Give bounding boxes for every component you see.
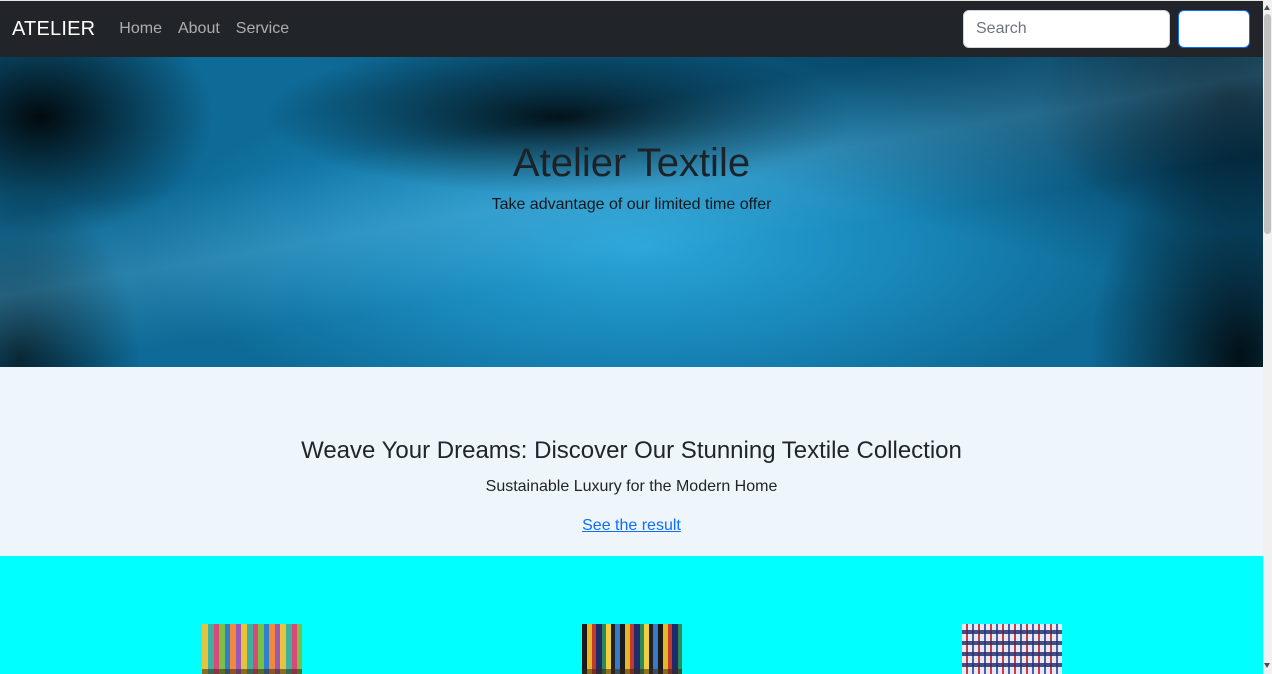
intro-section: Weave Your Dreams: Discover Our Stunning… xyxy=(0,367,1263,556)
colorful-fabric-rolls-image[interactable] xyxy=(202,624,302,674)
scroll-up-arrow-icon[interactable] xyxy=(1264,5,1270,10)
hero-banner: Atelier Textile Take advantage of our li… xyxy=(0,57,1263,367)
search-input[interactable] xyxy=(963,10,1170,48)
brand-logo[interactable]: ATELIER xyxy=(12,18,95,41)
top-navbar: ATELIER Home About Service xyxy=(0,0,1263,57)
scrollbar-thumb[interactable] xyxy=(1264,14,1271,234)
patterned-fabric-rolls-image[interactable] xyxy=(582,624,682,674)
hero-subtitle: Take advantage of our limited time offer xyxy=(491,196,772,213)
search-button[interactable] xyxy=(1178,10,1250,48)
hero-title: Atelier Textile xyxy=(512,141,751,185)
search-form xyxy=(963,10,1250,48)
nav-link-home[interactable]: Home xyxy=(119,20,162,38)
scroll-down-arrow-icon[interactable] xyxy=(1264,663,1270,668)
see-result-link[interactable]: See the result xyxy=(582,517,681,535)
intro-subtitle: Sustainable Luxury for the Modern Home xyxy=(485,478,778,495)
nav-link-service[interactable]: Service xyxy=(236,20,289,38)
intro-title: Weave Your Dreams: Discover Our Stunning… xyxy=(301,437,962,464)
checked-fabric-stack-image[interactable] xyxy=(962,624,1062,674)
products-section xyxy=(0,556,1263,674)
page-scrollbar[interactable] xyxy=(1263,0,1272,674)
hero-text: Atelier Textile Take advantage of our li… xyxy=(0,140,1263,214)
nav-link-about[interactable]: About xyxy=(178,20,220,38)
